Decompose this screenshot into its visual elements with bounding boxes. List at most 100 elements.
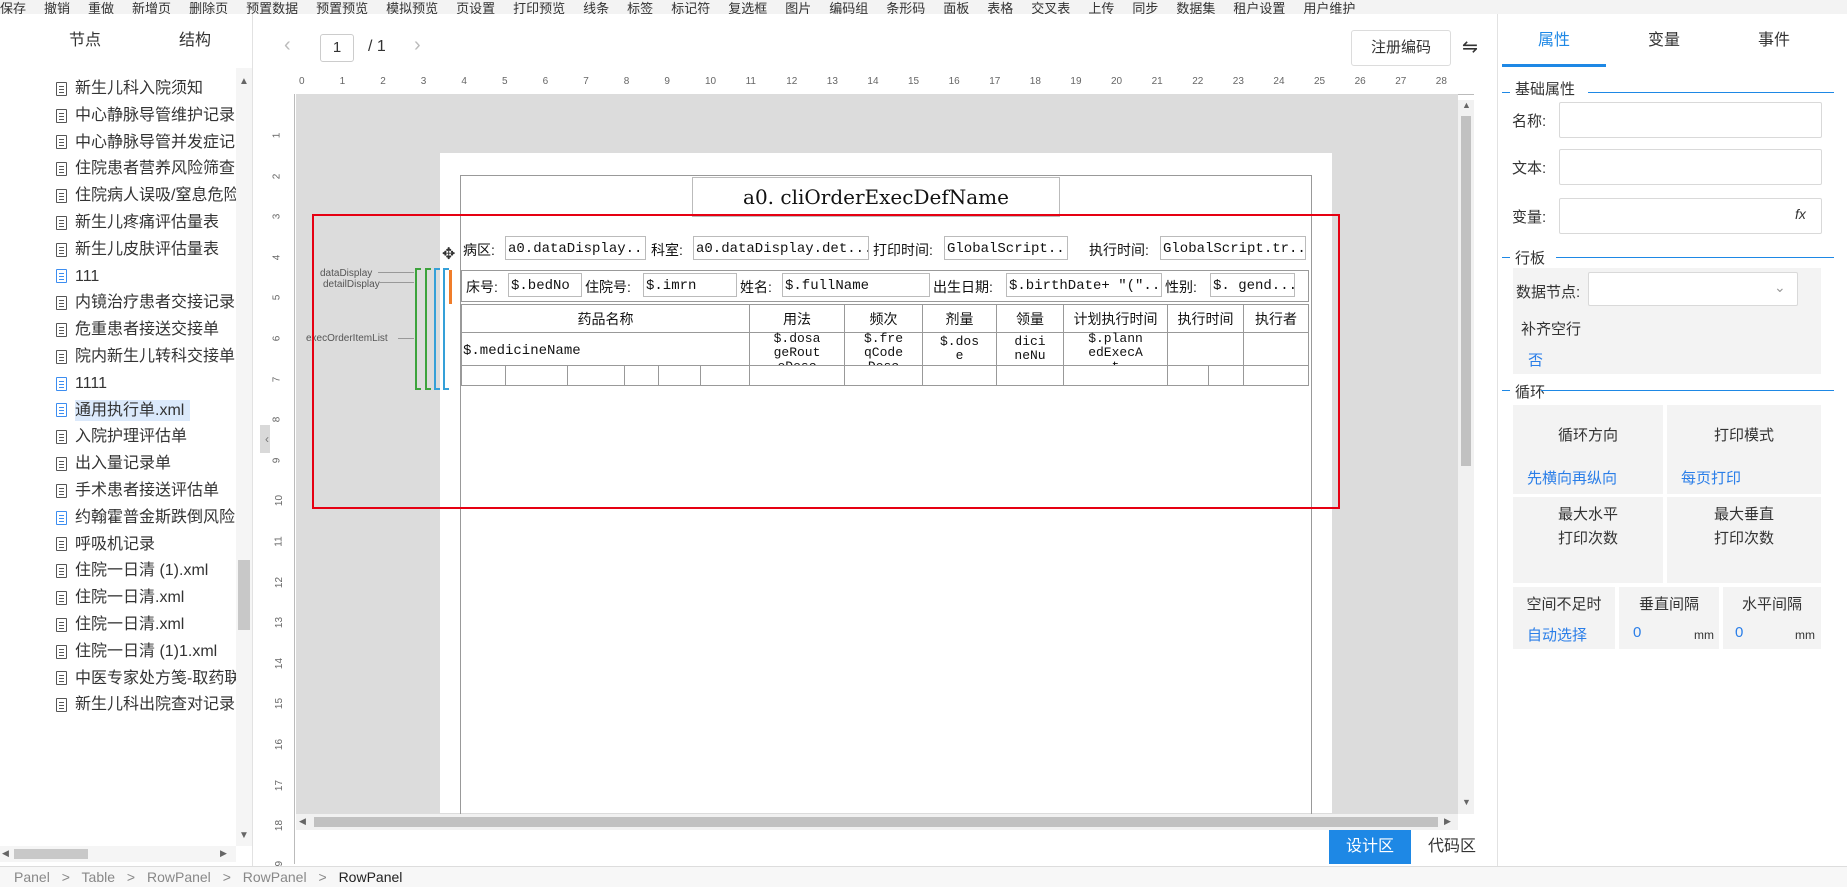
tree-item[interactable]: 新生儿疼痛评估量表 (0, 208, 219, 238)
tree-item[interactable]: 新生儿科出院查对记录 (0, 690, 235, 720)
tab-events[interactable]: 事件 (1722, 14, 1826, 68)
menu-item[interactable]: 用户维护 (1303, 2, 1355, 14)
scroll-up-icon[interactable]: ▲ (239, 76, 249, 87)
tree-item[interactable]: 住院一日清 (1)1.xml (0, 637, 217, 667)
menu-item[interactable]: 标记符 (671, 2, 710, 14)
crumb-rowpanel[interactable]: RowPanel (243, 869, 307, 885)
menu-item[interactable]: 同步 (1132, 2, 1158, 14)
menu-item[interactable]: 删除页 (189, 2, 228, 14)
variable-input[interactable] (1559, 198, 1822, 234)
tree-item[interactable]: 手术患者接送评估单 (0, 476, 219, 506)
scroll-down-icon[interactable]: ▼ (239, 830, 249, 841)
scroll-right-icon[interactable]: ▶ (220, 848, 227, 859)
tree-item[interactable]: 111 (0, 262, 99, 292)
scroll-left-icon[interactable]: ◀ (2, 848, 9, 859)
menu-item[interactable]: 交叉表 (1031, 2, 1070, 14)
menu-item[interactable]: 打印预览 (513, 2, 565, 14)
swap-icon[interactable]: ⇋ (1462, 36, 1478, 59)
register-code-button[interactable]: 注册编码 (1351, 30, 1451, 66)
chevron-down-icon[interactable]: ⌄ (1774, 279, 1786, 296)
menu-item[interactable]: 页设置 (456, 2, 495, 14)
tree-item-label: 新生儿疼痛评估量表 (75, 214, 220, 231)
tab-code-area[interactable]: 代码区 (1411, 830, 1493, 864)
menu-item[interactable]: 面板 (943, 2, 969, 14)
tree-item[interactable]: 住院患者营养风险筛查 (0, 154, 235, 184)
menu-item[interactable]: 新增页 (132, 2, 171, 14)
tree-item[interactable]: 入院护理评估单 (0, 422, 187, 452)
menu-item[interactable]: 数据集 (1176, 2, 1215, 14)
crumb-table[interactable]: Table (82, 869, 115, 885)
left-horizontal-scroll-thumb[interactable] (14, 849, 88, 859)
function-icon[interactable]: fx (1795, 206, 1806, 222)
menu-item[interactable]: 预置预览 (316, 2, 368, 14)
text-input[interactable] (1559, 149, 1822, 185)
tree-item[interactable]: 出入量记录单 (0, 449, 171, 479)
document-icon (56, 430, 67, 445)
menu-item[interactable]: 重做 (88, 2, 114, 14)
tree-item[interactable]: 中心静脉导管并发症记 (0, 128, 235, 158)
tab-variables[interactable]: 变量 (1612, 14, 1716, 68)
canvas-scroll-up-icon[interactable]: ▲ (1462, 100, 1471, 110)
menu-item[interactable]: 条形码 (886, 2, 925, 14)
data-node-label: 数据节点: (1516, 284, 1581, 301)
tree-item[interactable]: 内镜治疗患者交接记录 (0, 288, 235, 318)
menu-item[interactable]: 模拟预览 (386, 2, 438, 14)
tab-nodes[interactable]: 节点 (40, 14, 130, 68)
left-vertical-scrollbar[interactable] (236, 68, 252, 846)
page-number-input[interactable]: 1 (320, 34, 354, 62)
ruler-left: 12345678910111213141516171819 (270, 94, 295, 872)
data-node-select[interactable] (1588, 272, 1798, 306)
tree-item[interactable]: 住院一日清 (1).xml (0, 556, 208, 586)
menu-item[interactable]: 表格 (987, 2, 1013, 14)
loop-direction-value[interactable]: 先横向再纵向 (1527, 467, 1617, 488)
tree-item[interactable]: 新生儿皮肤评估量表 (0, 235, 219, 265)
tree-item[interactable]: 住院病人误吸/窒息危险 (0, 181, 236, 211)
menu-item[interactable]: 复选框 (728, 2, 767, 14)
tree-item[interactable]: 住院一日清.xml (0, 583, 184, 613)
tree-item[interactable]: 通用执行单.xml (0, 396, 191, 426)
menu-item[interactable]: 编码组 (829, 2, 868, 14)
vgap-value[interactable]: 0 (1633, 624, 1641, 641)
canvas-scroll-down-icon[interactable]: ▼ (1462, 797, 1471, 807)
menu-item[interactable]: 线条 (583, 2, 609, 14)
tree-item[interactable]: 中医专家处方笺-取药联 (0, 664, 236, 694)
tab-structure[interactable]: 结构 (150, 14, 240, 68)
print-mode-value[interactable]: 每页打印 (1681, 467, 1741, 488)
tree-item[interactable]: 约翰霍普金斯跌倒风险 (0, 503, 235, 533)
menu-item[interactable]: 撤销 (44, 2, 70, 14)
space-value[interactable]: 自动选择 (1527, 624, 1587, 645)
report-title[interactable]: a0. cliOrderExecDefName (692, 177, 1060, 217)
crumb-panel[interactable]: Panel (14, 869, 50, 885)
tree-item[interactable]: 1111 (0, 369, 107, 399)
tree-item[interactable]: 住院一日清.xml (0, 610, 184, 640)
menu-item[interactable]: 租户设置 (1233, 2, 1285, 14)
tree-item[interactable]: 中心静脉导管维护记录 (0, 101, 235, 131)
menu-item[interactable]: 标签 (627, 2, 653, 14)
crumb-rowpanel-current[interactable]: RowPanel (339, 869, 403, 885)
canvas-scroll-left-icon[interactable]: ◀ (299, 816, 306, 827)
crumb-rowpanel[interactable]: RowPanel (147, 869, 211, 885)
left-vertical-scroll-thumb[interactable] (238, 560, 250, 630)
canvas-horizontal-scroll-thumb[interactable] (314, 817, 1438, 827)
fill-empty-value[interactable]: 否 (1528, 349, 1543, 370)
tree-item[interactable]: 呼吸机记录 (0, 530, 155, 560)
document-icon (56, 81, 67, 96)
tree-item[interactable]: 危重患者接送交接单 (0, 315, 219, 345)
max-horizontal-label: 最大水平 打印次数 (1557, 506, 1618, 547)
tree-item[interactable]: 院内新生儿转科交接单 (0, 342, 235, 372)
tab-properties[interactable]: 属性 (1502, 14, 1606, 68)
menu-item[interactable]: 图片 (785, 2, 811, 14)
tree-item[interactable]: 新生儿科入院须知 (0, 74, 203, 104)
menu-item[interactable]: 预置数据 (246, 2, 298, 14)
canvas-scroll-right-icon[interactable]: ▶ (1444, 816, 1451, 827)
menu-item[interactable]: 上传 (1088, 2, 1114, 14)
name-input[interactable] (1559, 102, 1822, 138)
tab-design-area[interactable]: 设计区 (1329, 830, 1411, 864)
next-page-icon[interactable]: › (414, 34, 421, 57)
menu-item[interactable]: 保存 (0, 2, 26, 14)
crumb-separator: > (126, 869, 136, 885)
canvas-vertical-scroll-thumb[interactable] (1461, 116, 1471, 466)
prev-page-icon[interactable]: ‹ (284, 34, 291, 57)
ruler-tick: 7 (583, 76, 589, 87)
hgap-value[interactable]: 0 (1735, 624, 1743, 641)
